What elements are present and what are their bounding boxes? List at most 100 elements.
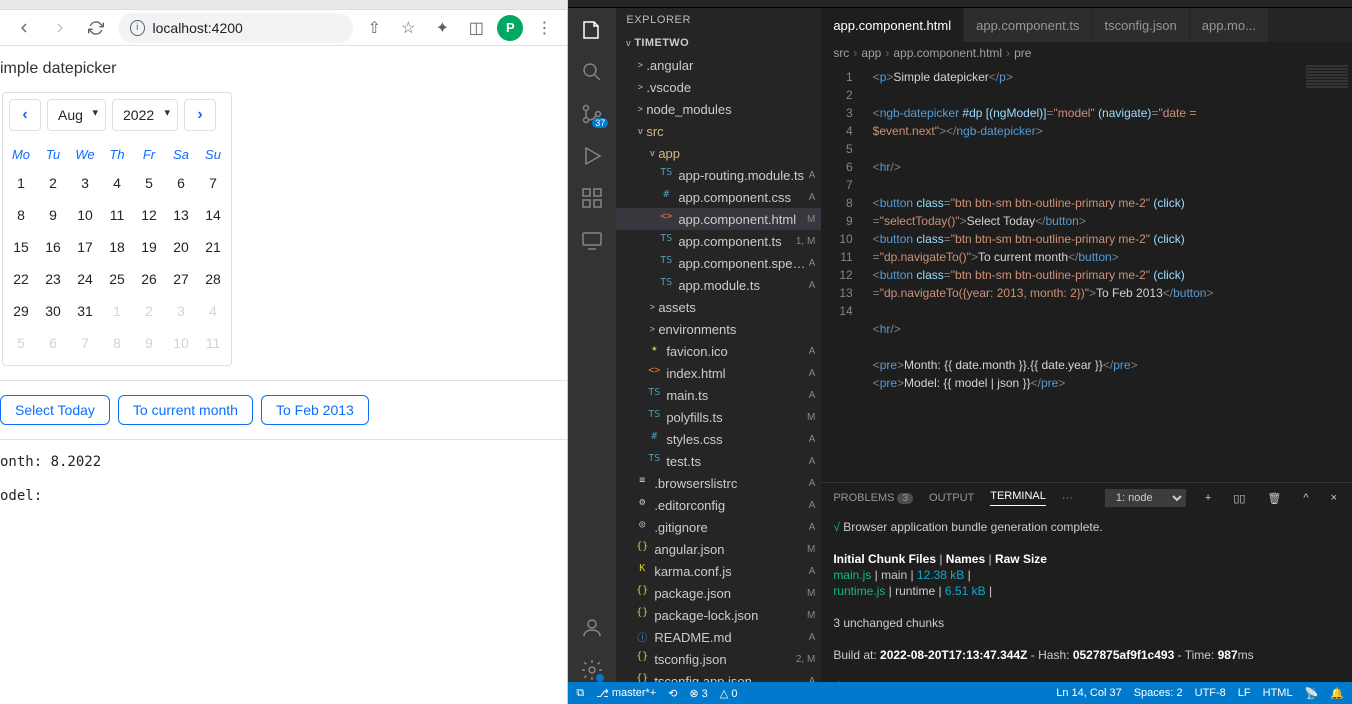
calendar-day[interactable]: 1 bbox=[101, 295, 133, 327]
browser-tabstrip[interactable] bbox=[0, 0, 567, 10]
tree-item[interactable]: ◎.gitignoreA bbox=[616, 516, 821, 538]
to-feb-2013-button[interactable]: To Feb 2013 bbox=[261, 395, 369, 425]
language-status[interactable]: HTML bbox=[1263, 687, 1293, 699]
calendar-day[interactable]: 24 bbox=[69, 263, 101, 295]
terminal-tab[interactable]: TERMINAL bbox=[990, 490, 1046, 506]
tree-item[interactable]: <>index.htmlA bbox=[616, 362, 821, 384]
feedback-icon[interactable]: 📡 bbox=[1305, 687, 1319, 700]
calendar-day[interactable]: 27 bbox=[165, 263, 197, 295]
calendar-day[interactable]: 5 bbox=[5, 327, 37, 359]
editor-tab[interactable]: app.component.ts bbox=[964, 8, 1092, 42]
tree-item[interactable]: ⓘREADME.mdA bbox=[616, 626, 821, 648]
close-panel-icon[interactable]: × bbox=[1328, 492, 1340, 504]
calendar-day[interactable]: 28 bbox=[197, 263, 229, 295]
next-month-button[interactable]: › bbox=[184, 99, 216, 131]
tree-item[interactable]: ★favicon.icoA bbox=[616, 340, 821, 362]
tree-item[interactable]: TSapp.component.spec.tsA bbox=[616, 252, 821, 274]
calendar-day[interactable]: 10 bbox=[69, 199, 101, 231]
calendar-day[interactable]: 5 bbox=[133, 167, 165, 199]
tree-item[interactable]: {}package.jsonM bbox=[616, 582, 821, 604]
calendar-day[interactable]: 1 bbox=[5, 167, 37, 199]
project-root[interactable]: vTIMETWO bbox=[616, 32, 821, 54]
profile-avatar[interactable]: P bbox=[497, 15, 523, 41]
tree-item[interactable]: TSapp-routing.module.tsA bbox=[616, 164, 821, 186]
more-tabs[interactable]: ··· bbox=[1062, 492, 1073, 504]
breadcrumb-item[interactable]: app.component.html bbox=[893, 46, 1002, 60]
minimap[interactable] bbox=[1302, 64, 1352, 482]
settings-gear-icon[interactable] bbox=[580, 658, 604, 682]
calendar-day[interactable]: 8 bbox=[101, 327, 133, 359]
calendar-day[interactable]: 16 bbox=[37, 231, 69, 263]
calendar-day[interactable]: 11 bbox=[101, 199, 133, 231]
calendar-day[interactable]: 18 bbox=[101, 231, 133, 263]
calendar-day[interactable]: 29 bbox=[5, 295, 37, 327]
split-terminal-icon[interactable]: ▯▯ bbox=[1230, 492, 1248, 505]
tree-item[interactable]: #styles.cssA bbox=[616, 428, 821, 450]
encoding-status[interactable]: UTF-8 bbox=[1195, 687, 1226, 699]
calendar-day[interactable]: 31 bbox=[69, 295, 101, 327]
site-info-icon[interactable]: i bbox=[130, 20, 145, 36]
calendar-day[interactable]: 25 bbox=[101, 263, 133, 295]
url-input[interactable] bbox=[153, 20, 342, 36]
calendar-day[interactable]: 9 bbox=[37, 199, 69, 231]
problems-tab[interactable]: PROBLEMS3 bbox=[833, 492, 913, 504]
tree-item[interactable]: vsrc bbox=[616, 120, 821, 142]
share-icon[interactable]: ⇧ bbox=[361, 15, 387, 41]
back-button[interactable] bbox=[10, 14, 38, 42]
tree-item[interactable]: {}tsconfig.app.jsonA bbox=[616, 670, 821, 682]
to-current-month-button[interactable]: To current month bbox=[118, 395, 253, 425]
year-select[interactable]: 2022 bbox=[112, 99, 178, 131]
calendar-day[interactable]: 11 bbox=[197, 327, 229, 359]
editor-tab[interactable]: app.mo... bbox=[1190, 8, 1269, 42]
tree-item[interactable]: >.angular bbox=[616, 54, 821, 76]
calendar-day[interactable]: 10 bbox=[165, 327, 197, 359]
new-terminal-icon[interactable]: + bbox=[1202, 492, 1214, 504]
tree-item[interactable]: {}angular.jsonM bbox=[616, 538, 821, 560]
reload-button[interactable] bbox=[82, 14, 110, 42]
terminal-output[interactable]: √ Browser application bundle generation … bbox=[821, 513, 1352, 682]
calendar-day[interactable]: 7 bbox=[197, 167, 229, 199]
calendar-day[interactable]: 2 bbox=[37, 167, 69, 199]
calendar-day[interactable]: 22 bbox=[5, 263, 37, 295]
breadcrumb-item[interactable]: pre bbox=[1014, 46, 1031, 60]
editor-tab[interactable]: tsconfig.json bbox=[1092, 8, 1189, 42]
tree-item[interactable]: TSapp.module.tsA bbox=[616, 274, 821, 296]
menu-icon[interactable]: ⋮ bbox=[531, 15, 557, 41]
calendar-day[interactable]: 15 bbox=[5, 231, 37, 263]
tree-item[interactable]: ≡.browserslistrcA bbox=[616, 472, 821, 494]
month-select[interactable]: Aug bbox=[47, 99, 106, 131]
calendar-day[interactable]: 26 bbox=[133, 263, 165, 295]
tree-item[interactable]: >environments bbox=[616, 318, 821, 340]
debug-icon[interactable] bbox=[580, 144, 604, 168]
eol-status[interactable]: LF bbox=[1238, 687, 1251, 699]
bookmark-icon[interactable]: ☆ bbox=[395, 15, 421, 41]
calendar-day[interactable]: 6 bbox=[37, 327, 69, 359]
calendar-day[interactable]: 8 bbox=[5, 199, 37, 231]
editor-tab[interactable]: app.component.html bbox=[821, 8, 964, 42]
tree-item[interactable]: TSmain.tsA bbox=[616, 384, 821, 406]
calendar-day[interactable]: 7 bbox=[69, 327, 101, 359]
extensions-icon[interactable]: ✦ bbox=[429, 15, 455, 41]
calendar-day[interactable]: 19 bbox=[133, 231, 165, 263]
extensions-view-icon[interactable] bbox=[580, 186, 604, 210]
tree-item[interactable]: #app.component.cssA bbox=[616, 186, 821, 208]
vscode-titlebar[interactable] bbox=[568, 0, 1352, 8]
terminal-select[interactable]: 1: node bbox=[1105, 489, 1186, 507]
calendar-day[interactable]: 20 bbox=[165, 231, 197, 263]
tree-item[interactable]: TSapp.component.ts1, M bbox=[616, 230, 821, 252]
search-icon[interactable] bbox=[580, 60, 604, 84]
calendar-day[interactable]: 4 bbox=[101, 167, 133, 199]
tree-item[interactable]: {}tsconfig.json2, M bbox=[616, 648, 821, 670]
calendar-day[interactable]: 9 bbox=[133, 327, 165, 359]
remote-icon[interactable] bbox=[580, 228, 604, 252]
explorer-icon[interactable] bbox=[580, 18, 604, 42]
tree-item[interactable]: >node_modules bbox=[616, 98, 821, 120]
calendar-day[interactable]: 3 bbox=[69, 167, 101, 199]
tree-item[interactable]: >assets bbox=[616, 296, 821, 318]
calendar-day[interactable]: 23 bbox=[37, 263, 69, 295]
calendar-day[interactable]: 3 bbox=[165, 295, 197, 327]
calendar-day[interactable]: 30 bbox=[37, 295, 69, 327]
address-bar[interactable]: i bbox=[118, 13, 353, 43]
breadcrumb-item[interactable]: app bbox=[861, 46, 881, 60]
select-today-button[interactable]: Select Today bbox=[0, 395, 110, 425]
